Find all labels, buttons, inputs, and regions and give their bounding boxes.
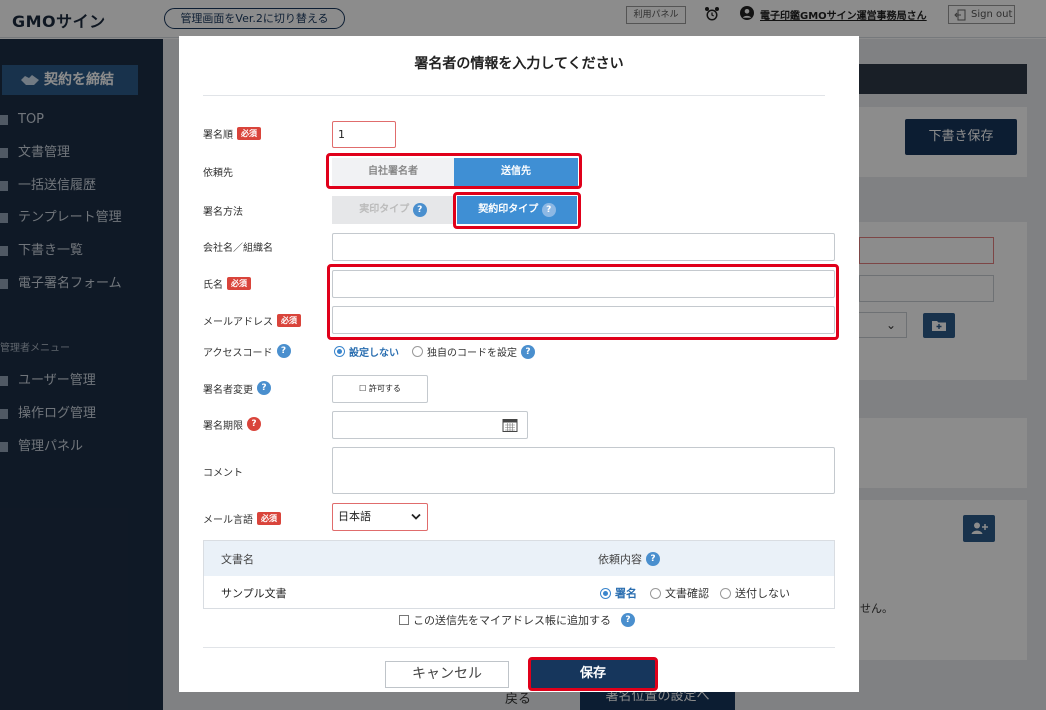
mail-language-label: メール言語 必須	[203, 509, 281, 527]
comment-label: コメント	[203, 467, 243, 479]
email-label-text: メールアドレス	[203, 316, 273, 328]
help-icon[interactable]: ?	[621, 613, 635, 627]
request-none-label: 送付しない	[735, 587, 790, 600]
email-label: メールアドレス 必須	[203, 311, 301, 329]
help-icon[interactable]: ?	[412, 203, 427, 217]
modal-title: 署名者の情報を入力してください	[414, 56, 624, 72]
method-option-seal[interactable]: 実印タイプ ?	[332, 196, 454, 224]
document-table: 文書名 依頼内容 ? サンプル文書 署名 文書確認 送付しない	[203, 540, 835, 609]
mail-language-label-text: メール言語	[203, 514, 253, 526]
checkbox-unchecked[interactable]	[399, 615, 409, 625]
signer-change-allow-checkbox[interactable]: ☐ 許可する	[332, 375, 428, 403]
access-code-custom-radio[interactable]: 独自のコードを設定 ?	[412, 344, 535, 359]
order-label: 署名順 必須	[203, 124, 261, 142]
add-to-address-book-label: この送信先をマイアドレス帳に追加する	[413, 614, 611, 627]
deadline-label: 署名期限 ?	[203, 415, 261, 433]
divider	[203, 95, 825, 96]
required-badge: 必須	[277, 313, 301, 327]
chevron-down-icon	[411, 513, 421, 520]
column-header-request-text: 依頼内容	[598, 553, 642, 566]
document-name-cell: サンプル文書	[221, 587, 287, 600]
mail-language-value: 日本語	[338, 510, 371, 523]
order-label-text: 署名順	[203, 129, 233, 141]
request-confirm-label: 文書確認	[665, 587, 709, 600]
company-input[interactable]	[332, 233, 835, 261]
access-code-none-radio[interactable]: 設定しない	[334, 344, 399, 359]
name-label: 氏名 必須	[203, 274, 251, 292]
radio-selected[interactable]	[600, 587, 611, 599]
company-label: 会社名／組織名	[203, 242, 273, 254]
required-badge: 必須	[227, 276, 251, 290]
highlight-frame	[327, 264, 839, 340]
access-code-custom-label: 独自のコードを設定	[427, 348, 517, 359]
access-code-label: アクセスコード ?	[203, 342, 291, 360]
access-code-label-text: アクセスコード	[203, 347, 273, 359]
name-label-text: 氏名	[203, 279, 223, 291]
help-icon[interactable]: ?	[247, 417, 261, 431]
request-sign-radio[interactable]: 署名	[600, 585, 637, 601]
access-code-none-label: 設定しない	[349, 348, 399, 359]
help-icon[interactable]: ?	[257, 381, 271, 395]
table-header: 文書名 依頼内容 ?	[204, 541, 834, 576]
comment-textarea[interactable]	[332, 447, 835, 494]
radio-selected[interactable]	[334, 346, 345, 357]
request-none-radio[interactable]: 送付しない	[720, 585, 790, 601]
add-to-address-book-checkbox[interactable]: この送信先をマイアドレス帳に追加する ?	[399, 612, 635, 628]
help-icon[interactable]: ?	[646, 552, 660, 566]
cancel-button[interactable]: キャンセル	[385, 661, 509, 688]
calendar-icon[interactable]	[502, 417, 518, 433]
radio-unselected[interactable]	[412, 346, 423, 357]
required-badge: 必須	[257, 511, 281, 525]
required-badge: 必須	[237, 126, 261, 140]
column-header-request: 依頼内容 ?	[598, 551, 660, 567]
highlight-frame	[528, 657, 658, 691]
radio-unselected[interactable]	[720, 587, 731, 599]
request-confirm-radio[interactable]: 文書確認	[650, 585, 709, 601]
radio-unselected[interactable]	[650, 587, 661, 599]
method-option-seal-label: 実印タイプ	[359, 204, 410, 215]
highlight-frame	[453, 192, 581, 229]
order-input[interactable]: 1	[332, 121, 396, 148]
signer-change-label: 署名者変更 ?	[203, 379, 271, 397]
signer-info-modal: 署名者の情報を入力してください 署名順 必須 1 依頼先 自社署名者 送信先 署…	[179, 36, 859, 692]
deadline-label-text: 署名期限	[203, 420, 243, 432]
deadline-input[interactable]	[332, 411, 528, 439]
signer-change-label-text: 署名者変更	[203, 384, 253, 396]
highlight-frame	[326, 153, 582, 189]
divider	[203, 647, 835, 648]
column-header-document: 文書名	[221, 553, 254, 566]
request-sign-label: 署名	[615, 587, 637, 600]
method-label: 署名方法	[203, 206, 243, 218]
recipient-label: 依頼先	[203, 167, 233, 179]
mail-language-select[interactable]: 日本語	[332, 503, 428, 531]
help-icon[interactable]: ?	[521, 344, 535, 359]
help-icon[interactable]: ?	[276, 344, 291, 358]
